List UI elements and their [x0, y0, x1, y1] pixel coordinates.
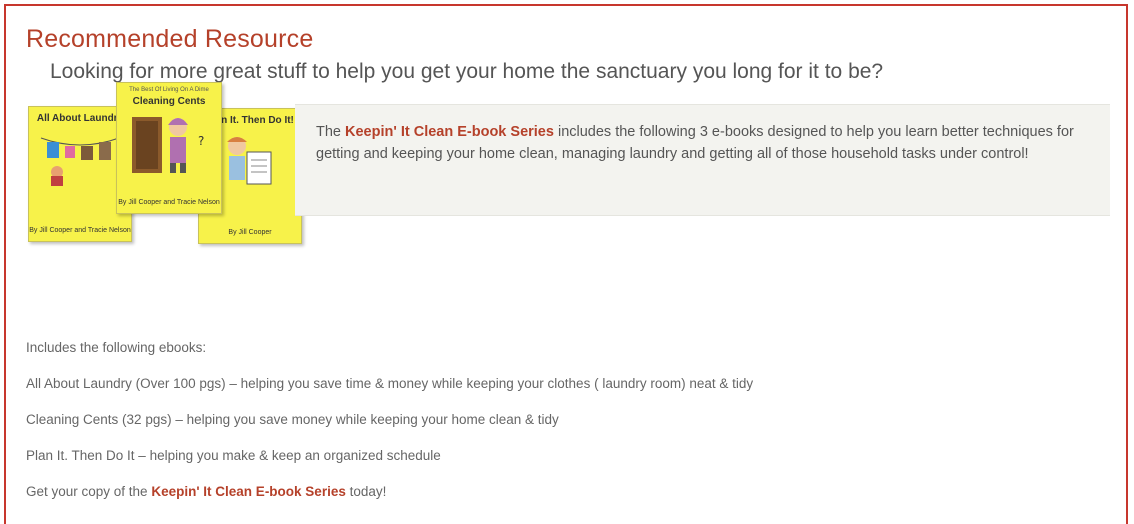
- book-tagline: The Best Of Living On A Dime: [129, 87, 209, 93]
- cta-series-link[interactable]: Keepin' It Clean E-book Series: [151, 484, 346, 499]
- svg-text:?: ?: [198, 134, 204, 148]
- series-link[interactable]: Keepin' It Clean E-book Series: [345, 124, 554, 140]
- book-cover-cleaning-cents[interactable]: The Best Of Living On A Dime Cleaning Ce…: [116, 82, 222, 214]
- cta-post: today!: [345, 484, 387, 499]
- call-to-action: Get your copy of the Keepin' It Clean E-…: [26, 484, 386, 499]
- book-author: By Jill Cooper and Tracie Nelson: [118, 199, 220, 206]
- list-item: All About Laundry (Over 100 pgs) – helpi…: [26, 376, 754, 391]
- cleaning-woman-illustration: ?: [132, 117, 204, 173]
- list-item: Plan It. Then Do It – helping you make &…: [26, 448, 441, 463]
- laundry-clothesline-illustration: [40, 137, 120, 186]
- book-author: By Jill Cooper: [228, 229, 272, 236]
- book-author: By Jill Cooper and Tracie Nelson: [29, 227, 131, 234]
- promo-description: The Keepin' It Clean E-book Series inclu…: [316, 121, 1076, 165]
- promo-text-pre: The: [316, 124, 346, 140]
- cta-pre: Get your copy of the: [26, 484, 152, 499]
- section-heading: Recommended Resource: [26, 25, 314, 53]
- list-intro: Includes the following ebooks:: [26, 340, 207, 355]
- book-title: Cleaning Cents: [132, 96, 206, 107]
- ebook-covers[interactable]: All About Laundry By Jill Cooper and Tra…: [28, 82, 308, 244]
- list-item: Cleaning Cents (32 pgs) – helping you sa…: [26, 412, 559, 427]
